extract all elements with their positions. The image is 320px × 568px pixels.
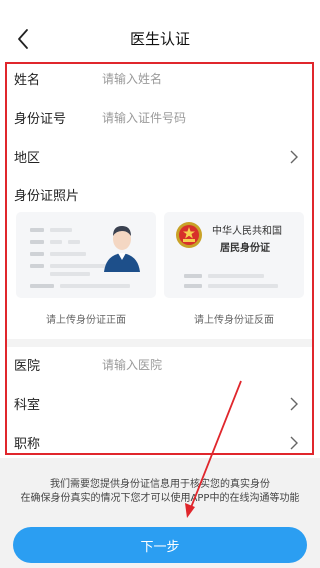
- id-photos-title: 身份证照片: [14, 189, 80, 204]
- id-back-caption: 请上传身份证反面: [194, 315, 274, 326]
- notice-text: 我们需要您提供身份证信息用于核实您的真实身份 在确保身份真实的情况下您才可以使用…: [0, 478, 320, 506]
- id-number-input[interactable]: 请输入证件号码: [102, 109, 186, 126]
- notice-line-2: 在确保身份真实的情况下您才可以使用APP中的在线沟通等功能: [20, 493, 300, 504]
- next-button[interactable]: 下一步: [13, 527, 307, 563]
- hospital-label: 医院: [14, 358, 41, 374]
- national-emblem-icon: [176, 222, 202, 248]
- hospital-row[interactable]: 医院 请输入医院: [14, 352, 306, 376]
- job-title-label: 职称: [14, 436, 41, 452]
- chevron-right-icon: [289, 149, 298, 164]
- region-label: 地区: [14, 150, 41, 166]
- id-front-upload[interactable]: [16, 212, 156, 298]
- chevron-right-icon: [289, 435, 298, 450]
- department-row[interactable]: 科室: [14, 391, 306, 415]
- name-input[interactable]: 请输入姓名: [102, 70, 162, 87]
- id-back-upload[interactable]: 中华人民共和国 居民身份证: [164, 212, 304, 298]
- id-number-label: 身份证号: [14, 111, 67, 127]
- region-row[interactable]: 地区: [14, 144, 306, 168]
- hospital-input[interactable]: 请输入医院: [102, 356, 162, 373]
- chevron-right-icon: [289, 396, 298, 411]
- department-label: 科室: [14, 397, 41, 413]
- job-title-row[interactable]: 职称: [14, 430, 306, 454]
- id-front-caption: 请上传身份证正面: [46, 315, 126, 326]
- portrait-icon: [104, 226, 140, 272]
- id-back-title: 中华人民共和国: [212, 226, 282, 237]
- id-number-row[interactable]: 身份证号 请输入证件号码: [14, 105, 306, 129]
- nav-bar: 医生认证: [0, 0, 320, 62]
- name-label: 姓名: [14, 72, 41, 88]
- name-row[interactable]: 姓名 请输入姓名: [14, 66, 306, 90]
- id-back-subtitle: 居民身份证: [220, 243, 270, 254]
- section-divider: [7, 339, 312, 347]
- page-title: 医生认证: [129, 30, 190, 48]
- notice-line-1: 我们需要您提供身份证信息用于核实您的真实身份: [50, 479, 270, 490]
